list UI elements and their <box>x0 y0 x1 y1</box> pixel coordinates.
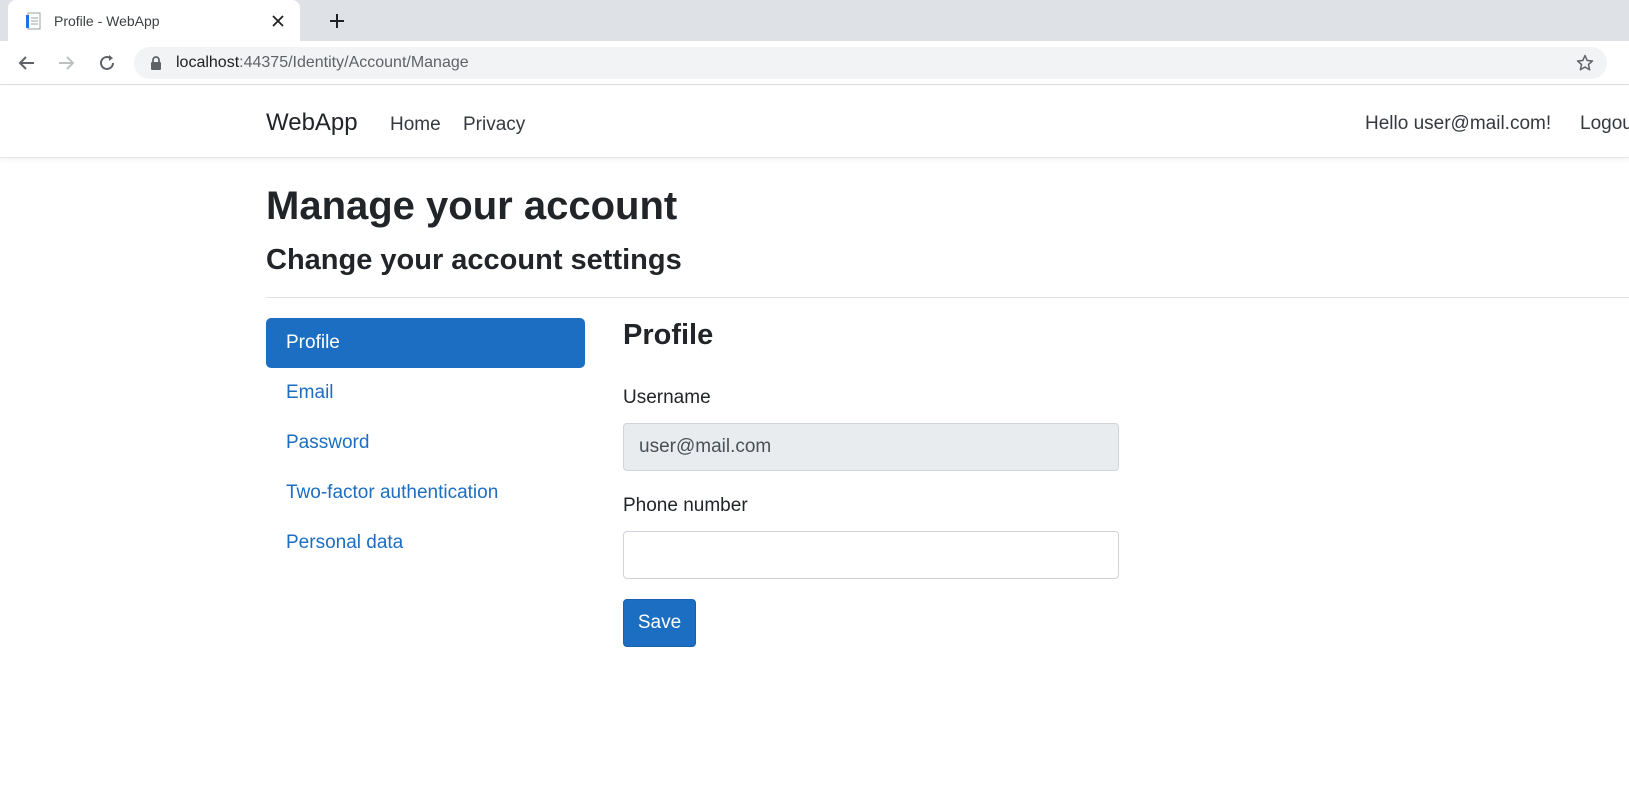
new-tab-plus-icon[interactable] <box>324 8 350 34</box>
url-text: localhost:44375/Identity/Account/Manage <box>176 54 469 71</box>
nav-link-account-greeting[interactable]: Hello user@mail.com! <box>1365 113 1551 135</box>
username-label: Username <box>623 387 711 408</box>
tab-title: Profile - WebApp <box>54 12 160 29</box>
manage-sidebar: Profile Email Password Two-factor authen… <box>266 318 585 568</box>
sidebar-item-profile[interactable]: Profile <box>266 318 585 368</box>
divider <box>266 297 1629 298</box>
navbar-brand[interactable]: WebApp <box>266 109 358 137</box>
page-favicon-icon <box>24 12 42 30</box>
sidebar-item-personal-data[interactable]: Personal data <box>266 518 585 568</box>
site-navbar: WebApp Home Privacy Hello user@mail.com!… <box>0 86 1629 158</box>
nav-link-privacy[interactable]: Privacy <box>463 114 525 136</box>
username-input[interactable] <box>623 423 1119 471</box>
browser-tab[interactable]: Profile - WebApp <box>8 0 300 41</box>
sidebar-item-password[interactable]: Password <box>266 418 585 468</box>
bookmark-star-icon[interactable] <box>1575 53 1595 73</box>
sidebar-item-two-factor[interactable]: Two-factor authentication <box>266 468 585 518</box>
profile-heading: Profile <box>623 319 714 351</box>
sidebar-item-email[interactable]: Email <box>266 368 585 418</box>
browser-tabstrip: Profile - WebApp <box>0 0 1629 41</box>
forward-arrow-icon[interactable] <box>53 50 79 76</box>
close-icon[interactable] <box>268 11 288 31</box>
lock-icon <box>150 56 164 70</box>
nav-link-home[interactable]: Home <box>390 114 441 136</box>
phone-number-label: Phone number <box>623 495 748 516</box>
nav-link-logout[interactable]: Logout <box>1580 113 1629 135</box>
phone-number-input[interactable] <box>623 531 1119 579</box>
save-button[interactable]: Save <box>623 599 696 647</box>
reload-icon[interactable] <box>94 50 120 76</box>
page-title: Manage your account <box>266 184 678 228</box>
address-bar[interactable]: localhost:44375/Identity/Account/Manage <box>134 47 1607 79</box>
page-subtitle: Change your account settings <box>266 244 682 276</box>
back-arrow-icon[interactable] <box>14 50 40 76</box>
browser-toolbar: localhost:44375/Identity/Account/Manage <box>0 41 1629 110</box>
